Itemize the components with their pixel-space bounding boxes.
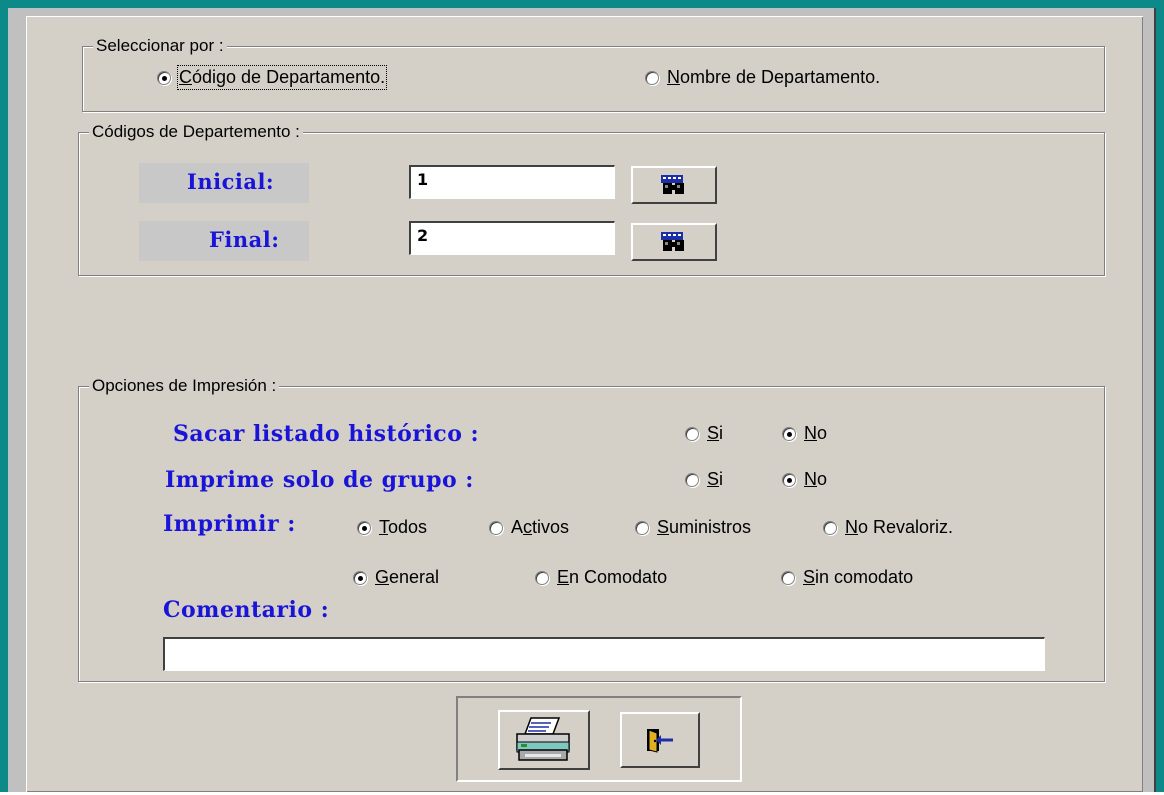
print-button[interactable]: [498, 710, 590, 770]
radio-history-si[interactable]: Si: [685, 423, 723, 444]
radio-dot: [823, 520, 837, 535]
department-codes-legend: Códigos de Departemento :: [89, 122, 303, 142]
radio-history-si-label: Si: [707, 423, 724, 443]
final-code-input[interactable]: 2: [409, 221, 615, 255]
radio-print-todos[interactable]: Todos: [357, 517, 427, 538]
radio-group-si[interactable]: Si: [685, 469, 723, 490]
radio-department-code-label: Código de Departamento.: [176, 65, 388, 90]
radio-print-activos-label: Activos: [511, 517, 570, 537]
radio-history-no-label: No: [804, 423, 828, 443]
print-options-group: Opciones de Impresión : Sacar listado hi…: [78, 376, 1105, 682]
radio-dot: [685, 472, 699, 487]
radio-type-en-comodato-label: En Comodato: [557, 567, 668, 587]
print-options-legend: Opciones de Impresión :: [89, 376, 280, 396]
radio-history-no[interactable]: No: [782, 423, 827, 444]
history-label: Sacar listado histórico :: [173, 421, 480, 447]
radio-dot: [635, 520, 649, 535]
initial-code-input[interactable]: 1: [409, 165, 615, 199]
radio-dot: [489, 520, 503, 535]
exit-door-icon: [647, 729, 673, 753]
binoculars-icon: [661, 232, 684, 251]
report-dialog: Seleccionar por : Código de Departamento…: [26, 16, 1143, 792]
radio-dot: [781, 570, 795, 585]
printer-icon: [516, 717, 570, 761]
radio-type-sin-comodato[interactable]: Sin comodato: [781, 567, 913, 588]
radio-type-general-label: General: [375, 567, 440, 587]
radio-print-suministros-label: Suministros: [657, 517, 752, 537]
select-by-legend: Seleccionar por :: [93, 36, 227, 56]
radio-group-no[interactable]: No: [782, 469, 827, 490]
radio-print-suministros[interactable]: Suministros: [635, 517, 751, 538]
radio-type-sin-comodato-label: Sin comodato: [803, 567, 914, 587]
search-final-button[interactable]: [631, 223, 717, 261]
radio-dot: [782, 426, 796, 441]
comment-label: Comentario :: [163, 597, 330, 623]
group-only-label: Imprime solo de grupo :: [165, 467, 474, 493]
radio-print-no-revaloriz[interactable]: No Revaloriz.: [823, 517, 953, 538]
radio-dot: [357, 520, 371, 535]
binoculars-icon: [661, 175, 684, 194]
radio-type-en-comodato[interactable]: En Comodato: [535, 567, 667, 588]
initial-label: Inicial:: [187, 169, 275, 194]
radio-dot: [535, 570, 549, 585]
comment-input[interactable]: [163, 637, 1045, 671]
radio-dot: [685, 426, 699, 441]
radio-type-general[interactable]: General: [353, 567, 439, 588]
radio-department-code[interactable]: Código de Departamento.: [157, 65, 388, 90]
action-button-panel: [456, 696, 742, 782]
radio-dot: [645, 70, 659, 85]
radio-group-no-label: No: [804, 469, 828, 489]
radio-print-activos[interactable]: Activos: [489, 517, 569, 538]
radio-print-todos-label: Todos: [379, 517, 428, 537]
search-initial-button[interactable]: [631, 166, 717, 204]
radio-dot: [157, 70, 171, 85]
radio-department-name-label: Nombre de Departamento.: [667, 67, 881, 87]
window-body: Seleccionar por : Código de Departamento…: [8, 8, 1156, 792]
exit-button[interactable]: [620, 712, 700, 768]
radio-dot: [353, 570, 367, 585]
radio-department-name[interactable]: Nombre de Departamento.: [645, 67, 880, 88]
radio-dot: [782, 472, 796, 487]
radio-group-si-label: Si: [707, 469, 724, 489]
final-label: Final:: [209, 227, 280, 252]
select-by-group: Seleccionar por : Código de Departamento…: [82, 36, 1105, 112]
radio-print-no-revaloriz-label: No Revaloriz.: [845, 517, 954, 537]
print-label: Imprimir :: [163, 511, 296, 537]
department-codes-group: Códigos de Departemento : Inicial: 1 Fin…: [78, 122, 1105, 276]
